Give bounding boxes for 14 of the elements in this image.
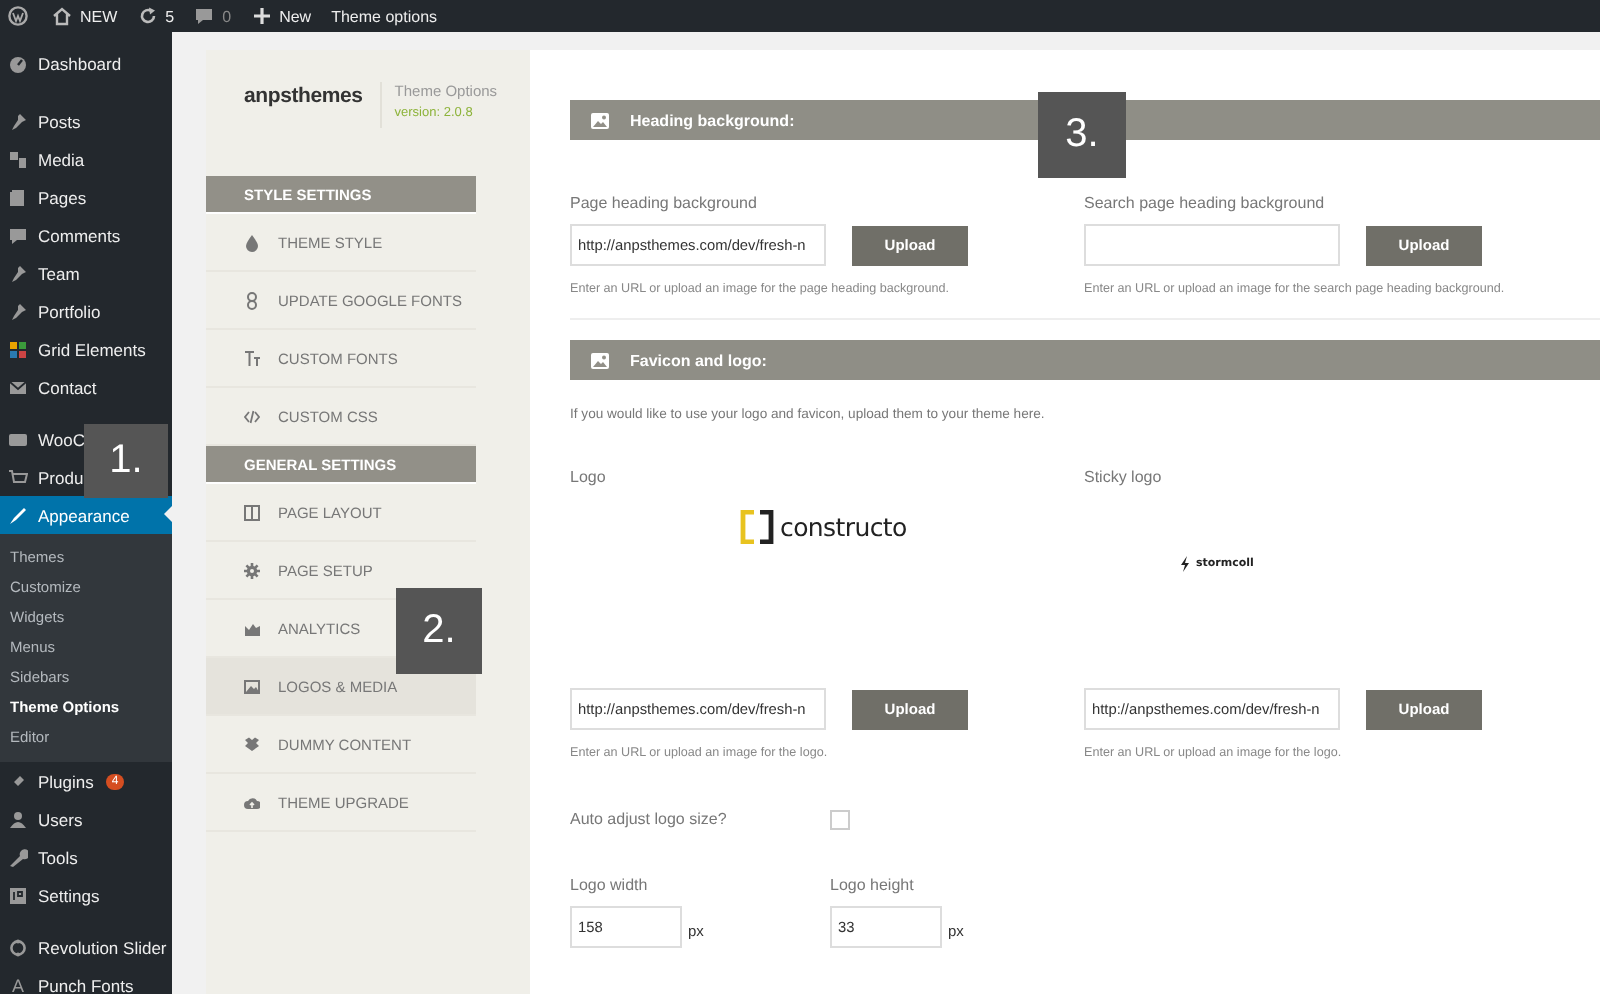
- step-number-tooltip: 2.: [396, 588, 482, 674]
- field-label: Logo: [570, 468, 608, 490]
- field-label: Page heading background: [570, 194, 759, 216]
- field-label: Sticky logo: [1084, 468, 1164, 490]
- step-number-tooltip: 1.: [84, 424, 168, 498]
- field-label: Search page heading background: [1084, 194, 1327, 216]
- font-icon: A: [8, 975, 28, 994]
- section-bar: Favicon and logo:: [570, 340, 1600, 380]
- field-label: Logo height: [830, 876, 916, 898]
- logo: constructo: [740, 510, 907, 544]
- field-label: Logo width: [570, 876, 650, 898]
- brand-name: anpsthemes: [244, 82, 363, 108]
- step-number-tooltip: 3.: [1038, 92, 1126, 178]
- field-label: Auto adjust logo size?: [570, 809, 729, 827]
